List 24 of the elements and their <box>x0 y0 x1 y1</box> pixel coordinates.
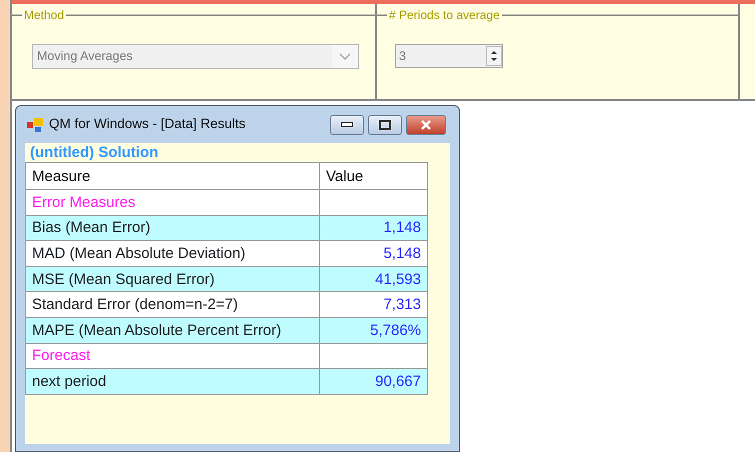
table-cell: 90,667 <box>320 368 428 394</box>
table-cell: 5,148 <box>320 240 428 266</box>
solution-heading: (untitled) Solution <box>29 143 160 162</box>
column-header: Measure <box>26 162 320 190</box>
maximize-icon <box>379 120 391 130</box>
column-header: Value <box>320 162 428 190</box>
table-cell: 5,786% <box>320 317 428 344</box>
close-button[interactable] <box>406 114 446 134</box>
window-title: QM for Windows - [Data] Results <box>49 115 246 134</box>
maximize-button[interactable] <box>368 114 402 134</box>
table-cell: MAPE (Mean Absolute Percent Error) <box>26 317 320 344</box>
minimize-icon <box>341 122 353 127</box>
periods-spinner[interactable]: 3 <box>395 44 503 68</box>
app-icon <box>27 118 43 132</box>
spin-arrows-icon <box>486 46 502 66</box>
close-icon <box>420 120 432 130</box>
table-cell: Standard Error (denom=n-2=7) <box>26 292 320 318</box>
method-dropdown[interactable]: Moving Averages <box>32 44 359 69</box>
table-cell: MAD (Mean Absolute Deviation) <box>26 240 320 266</box>
table-cell: 7,313 <box>320 292 428 318</box>
section-label: Error Measures <box>26 190 320 216</box>
chevron-down-icon <box>332 45 358 68</box>
minimize-button[interactable] <box>330 114 364 134</box>
table-cell: next period <box>26 368 320 394</box>
